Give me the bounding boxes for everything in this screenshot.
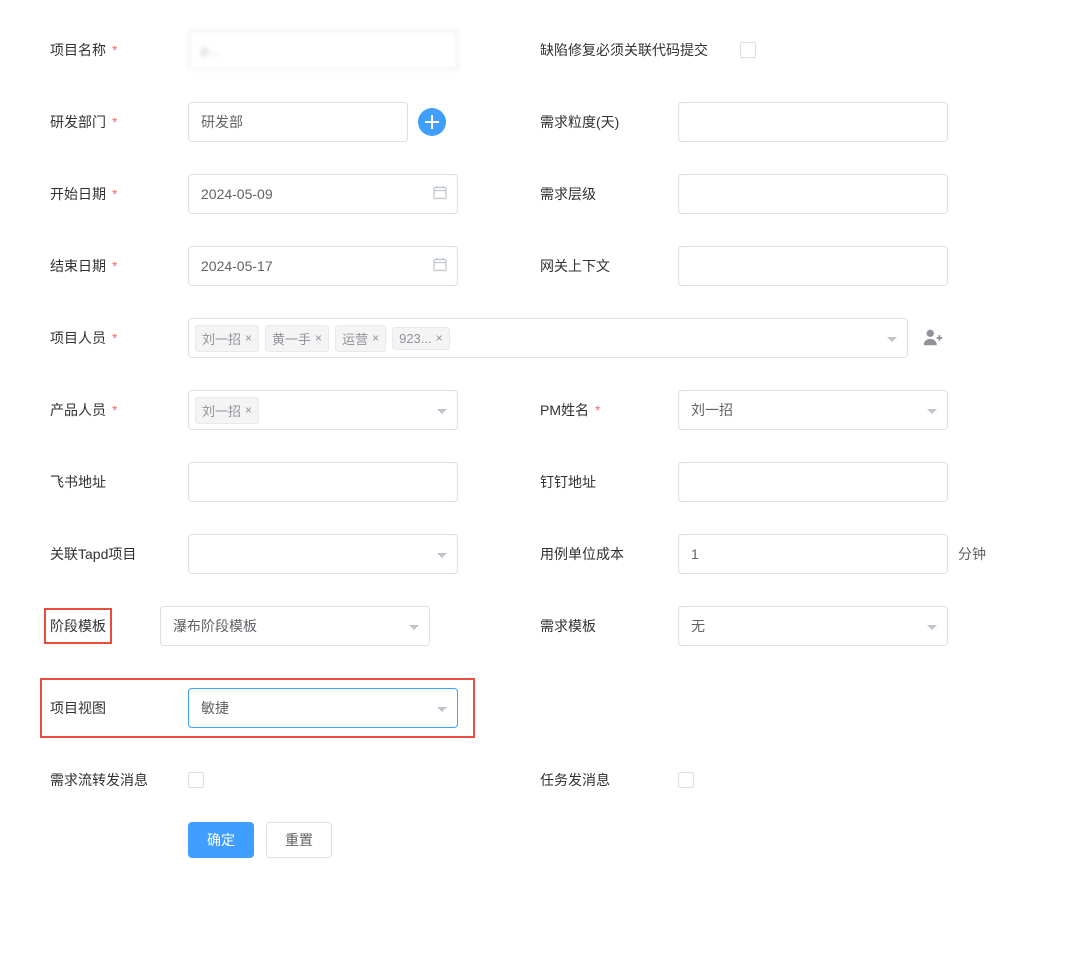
req-level-label: 需求层级 — [540, 184, 678, 204]
req-flow-msg-label: 需求流转发消息 — [50, 770, 188, 790]
member-tag: 运营× — [335, 325, 386, 352]
req-granularity-input[interactable] — [678, 102, 948, 142]
gateway-context-label: 网关上下文 — [540, 256, 678, 276]
plus-icon — [425, 115, 439, 129]
add-dept-button[interactable] — [418, 108, 446, 136]
calendar-icon — [432, 185, 448, 204]
confirm-button[interactable]: 确定 — [188, 822, 254, 858]
tag-remove-icon[interactable]: × — [315, 331, 322, 345]
product-tag: 刘一招× — [195, 397, 259, 424]
chevron-down-icon — [927, 402, 937, 418]
dingtalk-url-input[interactable] — [678, 462, 948, 502]
case-unit-cost-input[interactable] — [678, 534, 948, 574]
start-date-input[interactable] — [188, 174, 458, 214]
start-date-label: 开始日期 — [50, 184, 188, 204]
end-date-label: 结束日期 — [50, 256, 188, 276]
member-tag: 黄一手× — [265, 325, 329, 352]
chevron-down-icon — [437, 546, 447, 562]
stage-template-label: 阶段模板 — [50, 618, 106, 634]
project-members-select[interactable]: 刘一招× 黄一手× 运营× 923...× — [188, 318, 908, 358]
project-name-label: 项目名称 — [50, 40, 188, 60]
dev-dept-label: 研发部门 — [50, 112, 188, 132]
feishu-url-label: 飞书地址 — [50, 472, 188, 492]
member-tag: 923...× — [392, 327, 450, 350]
project-view-highlight: 项目视图 敏捷 — [40, 678, 475, 738]
tapd-project-label: 关联Tapd项目 — [50, 544, 188, 564]
tag-remove-icon[interactable]: × — [436, 331, 443, 345]
project-members-label: 项目人员 — [50, 328, 188, 348]
stage-template-highlight: 阶段模板 — [44, 608, 112, 644]
req-flow-msg-checkbox[interactable] — [188, 772, 204, 788]
reset-button[interactable]: 重置 — [266, 822, 332, 858]
stage-template-select[interactable]: 瀑布阶段模板 — [160, 606, 430, 646]
feishu-url-input[interactable] — [188, 462, 458, 502]
tag-remove-icon[interactable]: × — [245, 331, 252, 345]
bugfix-link-checkbox[interactable] — [740, 42, 756, 58]
end-date-input[interactable] — [188, 246, 458, 286]
chevron-down-icon — [887, 330, 897, 346]
dev-dept-input[interactable] — [188, 102, 408, 142]
product-members-label: 产品人员 — [50, 400, 188, 420]
gateway-context-input[interactable] — [678, 246, 948, 286]
project-view-label: 项目视图 — [50, 698, 188, 718]
chevron-down-icon — [409, 618, 419, 634]
project-view-select[interactable]: 敏捷 — [188, 688, 458, 728]
pm-name-label: PM姓名 — [540, 400, 678, 420]
chevron-down-icon — [927, 618, 937, 634]
task-msg-label: 任务发消息 — [540, 770, 678, 790]
tag-remove-icon[interactable]: × — [245, 403, 252, 417]
add-person-button[interactable] — [922, 326, 944, 351]
calendar-icon — [432, 257, 448, 276]
project-form: 项目名称 缺陷修复必须关联代码提交 研发部门 需求粒度(天) — [50, 30, 1030, 890]
tapd-project-select[interactable] — [188, 534, 458, 574]
chevron-down-icon — [437, 700, 447, 716]
task-msg-checkbox[interactable] — [678, 772, 694, 788]
req-template-label: 需求模板 — [540, 616, 678, 636]
member-tag: 刘一招× — [195, 325, 259, 352]
req-template-select[interactable]: 无 — [678, 606, 948, 646]
tag-remove-icon[interactable]: × — [372, 331, 379, 345]
dingtalk-url-label: 钉钉地址 — [540, 472, 678, 492]
req-level-input[interactable] — [678, 174, 948, 214]
chevron-down-icon — [437, 402, 447, 418]
project-name-input[interactable] — [188, 30, 458, 70]
minutes-unit: 分钟 — [958, 544, 986, 564]
case-unit-cost-label: 用例单位成本 — [540, 544, 678, 564]
product-members-select[interactable]: 刘一招× — [188, 390, 458, 430]
pm-name-select: 刘一招 — [678, 390, 948, 430]
bugfix-link-label: 缺陷修复必须关联代码提交 — [540, 40, 740, 60]
req-granularity-label: 需求粒度(天) — [540, 112, 678, 132]
